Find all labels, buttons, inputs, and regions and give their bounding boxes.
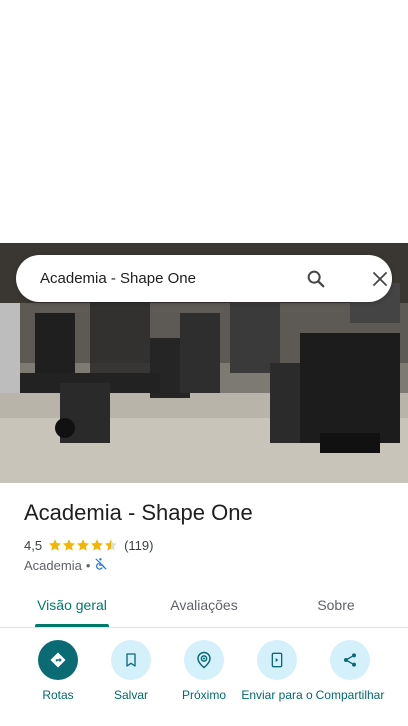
separator-dot: • (85, 557, 91, 573)
review-count[interactable]: (119) (124, 538, 153, 553)
tab-overview[interactable]: Visão geral (28, 588, 116, 625)
share-icon (344, 653, 356, 667)
tab-bar: Visão geral Avaliações Sobre (0, 588, 408, 628)
rating-value: 4,5 (24, 537, 43, 553)
category-label: Academia (24, 557, 82, 573)
star-icon (49, 539, 62, 551)
map-blank-area (0, 0, 408, 243)
directions-button[interactable]: Rotas (20, 640, 96, 702)
star-icon (77, 539, 90, 551)
search-icon[interactable] (302, 265, 330, 293)
nearby-button[interactable]: Próximo (166, 640, 242, 702)
save-button[interactable]: Salvar (93, 640, 169, 702)
bookmark-icon (126, 653, 136, 667)
tab-about[interactable]: Sobre (296, 588, 376, 625)
search-bar[interactable]: Academia - Shape One (16, 255, 392, 302)
star-icon (91, 539, 104, 551)
star-icon (63, 539, 76, 551)
share-label: Compartilhar (315, 688, 385, 702)
close-icon[interactable] (366, 265, 394, 293)
star-rating (48, 538, 118, 552)
half-star-icon (105, 539, 118, 551)
directions-label: Rotas (42, 688, 74, 702)
share-button[interactable]: Compartilhar (312, 640, 388, 702)
save-label: Salvar (113, 688, 148, 702)
not-wheelchair-accessible-icon (94, 557, 108, 574)
place-title: Academia - Shape One (24, 500, 253, 525)
active-tab-indicator (35, 624, 109, 627)
tab-reviews[interactable]: Avaliações (160, 588, 248, 625)
search-query[interactable]: Academia - Shape One (40, 255, 196, 302)
send-to-phone-label: Enviar para o (241, 688, 313, 702)
nearby-icon (197, 651, 211, 669)
send-to-phone-icon (271, 652, 283, 668)
category-row: Academia • (24, 557, 108, 573)
nearby-label: Próximo (181, 688, 226, 702)
directions-icon (50, 652, 66, 668)
send-to-phone-button[interactable]: Enviar para o (239, 640, 315, 702)
rating-row[interactable]: 4,5 (119) (24, 536, 153, 554)
action-bar: Rotas Salvar Próximo Enviar para o Compa… (0, 640, 408, 726)
